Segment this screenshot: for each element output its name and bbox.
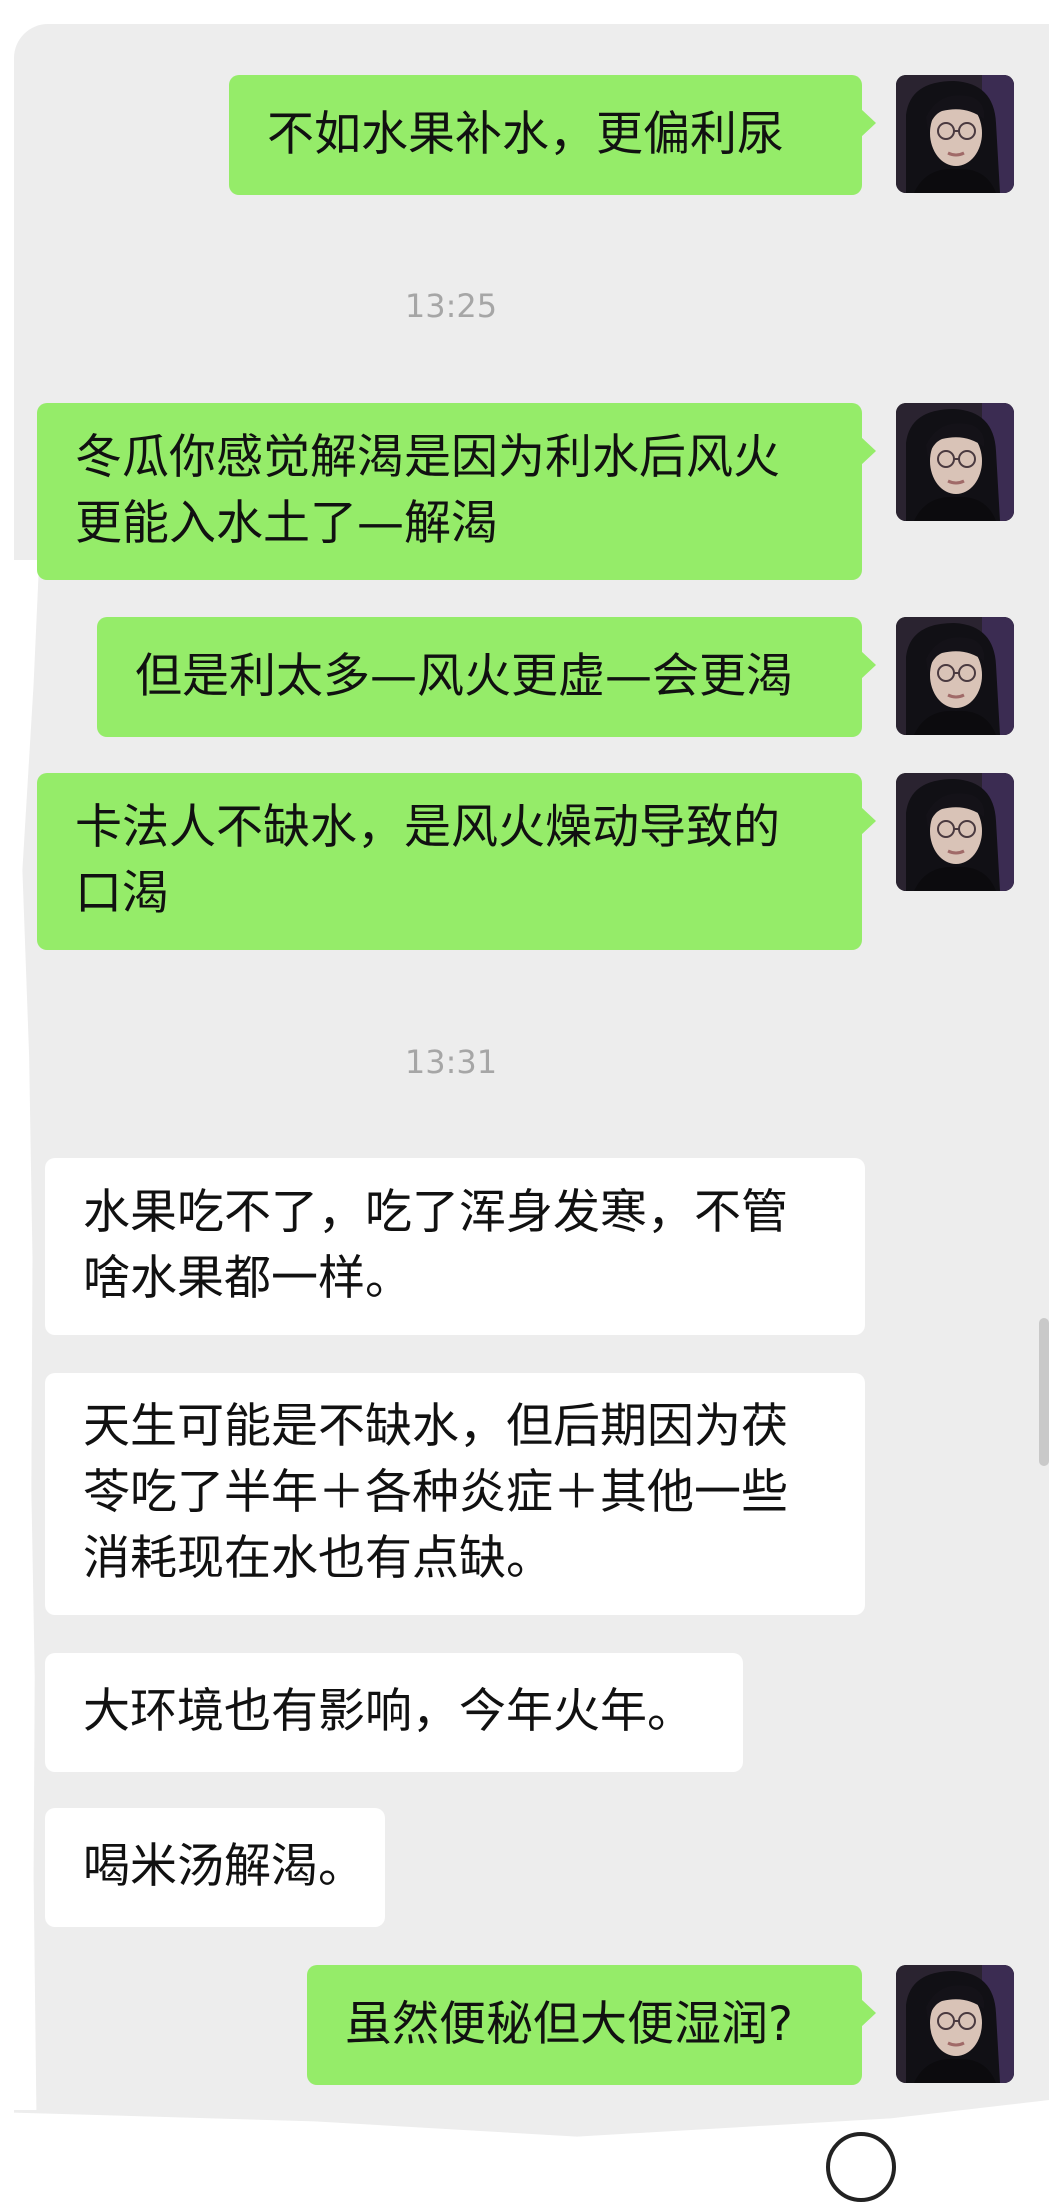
message-line: 更能入水土了—解渴	[75, 496, 498, 551]
message-line: 虽然便秘但大便湿润?	[345, 1997, 793, 2052]
sent-message[interactable]: 虽然便秘但大便湿润?	[307, 1965, 876, 2085]
avatar[interactable]	[896, 75, 1014, 193]
timestamp: 13:31	[404, 1043, 498, 1081]
avatar[interactable]	[896, 773, 1014, 891]
message-line: 苓吃了半年＋各种炎症＋其他一些	[83, 1465, 788, 1520]
scrollbar[interactable]	[1039, 1318, 1049, 1466]
sent-message[interactable]: 冬瓜你感觉解渴是因为利水后风火 更能入水土了—解渴	[37, 403, 876, 580]
message-line: 消耗现在水也有点缺。	[83, 1531, 553, 1586]
message-line: 但是利太多—风火更虚—会更渴	[135, 649, 793, 704]
message-line: 大环境也有影响，今年火年。	[83, 1684, 694, 1739]
message-line: 不如水果补水，更偏利尿	[267, 107, 784, 162]
message-line: 啥水果都一样。	[83, 1251, 412, 1306]
received-message[interactable]: 水果吃不了，吃了浑身发寒，不管 啥水果都一样。	[45, 1158, 865, 1335]
avatar[interactable]	[896, 1965, 1014, 2083]
message-line: 卡法人不缺水，是风火燥动导致的	[75, 800, 780, 855]
received-message[interactable]: 喝米汤解渴。	[45, 1808, 385, 1927]
received-message[interactable]: 天生可能是不缺水，但后期因为茯 苓吃了半年＋各种炎症＋其他一些 消耗现在水也有点…	[45, 1373, 865, 1615]
sent-message[interactable]: 不如水果补水，更偏利尿	[229, 75, 876, 195]
avatar[interactable]	[896, 403, 1014, 521]
sent-message[interactable]: 卡法人不缺水，是风火燥动导致的 口渴	[37, 773, 876, 950]
message-line: 水果吃不了，吃了浑身发寒，不管	[83, 1185, 788, 1240]
message-line: 天生可能是不缺水，但后期因为茯	[83, 1399, 788, 1454]
timestamp: 13:25	[404, 287, 498, 325]
message-line: 口渴	[75, 866, 169, 921]
sent-message[interactable]: 但是利太多—风火更虚—会更渴	[97, 617, 876, 737]
message-line: 喝米汤解渴。	[83, 1839, 365, 1894]
avatar[interactable]	[896, 617, 1014, 735]
received-message[interactable]: 大环境也有影响，今年火年。	[45, 1653, 743, 1772]
message-line: 冬瓜你感觉解渴是因为利水后风火	[75, 430, 780, 485]
voice-button-icon[interactable]	[826, 2132, 896, 2202]
